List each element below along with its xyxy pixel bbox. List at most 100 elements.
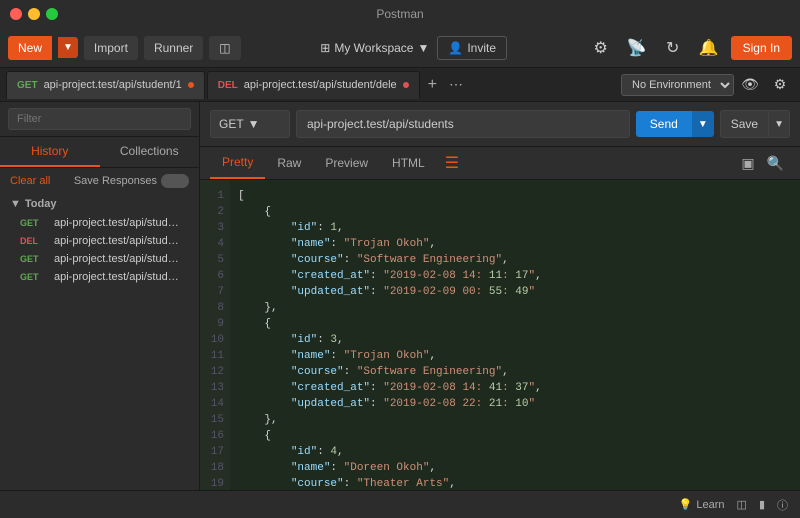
code-line: "course": "Theater Arts", (238, 476, 792, 490)
search-icon[interactable]: 🔍 (761, 151, 790, 176)
clear-all-button[interactable]: Clear all (10, 175, 50, 187)
tab-url-1: api-project.test/api/student/1 (44, 79, 182, 91)
code-line: { (238, 428, 792, 444)
code-line: "name": "Trojan Okoh", (238, 348, 792, 364)
learn-label: Learn (696, 499, 724, 511)
code-line: "course": "Software Engineering", (238, 364, 792, 380)
sidebar-icon[interactable]: ▮ (759, 498, 765, 511)
sidebar-tab-collections[interactable]: Collections (100, 137, 200, 167)
line-number: 7 (200, 284, 230, 300)
sidebar-section-today: ▼ Today (10, 198, 189, 210)
code-line: "updated_at": "2019-02-08 22: 21: 10" (238, 396, 792, 412)
line-number: 17 (200, 444, 230, 460)
tab-method-del: DEL (218, 80, 238, 91)
window-controls (10, 8, 58, 20)
sidebar-url: api-project.test/api/students (54, 217, 179, 229)
line-number: 5 (200, 252, 230, 268)
save-dropdown-button[interactable]: ▼ (769, 110, 790, 138)
save-responses-switch[interactable] (161, 174, 189, 188)
send-button-group: Send ▼ (636, 111, 714, 137)
sidebar-history-section: ▼ Today GET api-project.test/api/student… (0, 194, 199, 290)
save-button[interactable]: Save (720, 110, 769, 138)
grid-icon: ⊞ (320, 41, 330, 55)
line-number: 6 (200, 268, 230, 284)
list-item[interactable]: GET api-project.test/api/students (10, 214, 189, 232)
learn-link[interactable]: 💡 Learn (679, 498, 725, 511)
line-number: 11 (200, 348, 230, 364)
list-item[interactable]: DEL api-project.test/api/student/delete/… (10, 232, 189, 250)
line-number: 4 (200, 236, 230, 252)
tab-html[interactable]: HTML (380, 148, 437, 178)
code-line: "id": 1, (238, 220, 792, 236)
runner-button[interactable]: Runner (144, 36, 203, 60)
layout-button[interactable]: ◫ (209, 36, 240, 60)
import-button[interactable]: Import (84, 36, 138, 60)
code-line: }, (238, 412, 792, 428)
line-number: 1 (200, 188, 230, 204)
send-button[interactable]: Send (636, 111, 692, 137)
main-toolbar: New ▼ Import Runner ◫ ⊞ My Workspace ▼ 👤… (0, 28, 800, 68)
sync-icon[interactable]: ↻ (659, 34, 687, 62)
list-item[interactable]: GET api-project.test/api/students (10, 268, 189, 286)
line-number: 2 (200, 204, 230, 220)
tab-raw[interactable]: Raw (265, 148, 313, 178)
format-icon[interactable]: ☰ (445, 153, 459, 173)
code-area[interactable]: 1234567891011121314151617181920212223 [ … (200, 180, 800, 490)
line-number: 8 (200, 300, 230, 316)
add-tab-button[interactable]: + (422, 76, 443, 94)
chevron-down-icon: ▼ (10, 198, 21, 210)
method-badge-get: GET (20, 254, 48, 264)
tab-bar: GET api-project.test/api/student/1 DEL a… (0, 68, 800, 102)
toolbar-center: ⊞ My Workspace ▼ 👤 Invite (247, 36, 581, 60)
copy-icon[interactable]: ▣ (735, 151, 760, 176)
minimize-button[interactable] (28, 8, 40, 20)
info-icon[interactable]: ⓘ (777, 497, 788, 513)
request-bar: GET ▼ Send ▼ Save ▼ (200, 102, 800, 147)
maximize-button[interactable] (46, 8, 58, 20)
bell-icon[interactable]: 🔔 (695, 34, 723, 62)
environment-select[interactable]: No Environment (621, 74, 734, 96)
title-bar: Postman (0, 0, 800, 28)
new-dropdown-button[interactable]: ▼ (58, 37, 78, 58)
line-number: 15 (200, 412, 230, 428)
list-item[interactable]: GET api-project.test/api/students (10, 250, 189, 268)
invite-label: Invite (467, 41, 496, 55)
more-tabs-button[interactable]: ⋯ (445, 76, 467, 93)
satellite-icon[interactable]: 📡 (623, 34, 651, 62)
tab-get-students[interactable]: GET api-project.test/api/student/1 (6, 71, 205, 99)
line-number: 9 (200, 316, 230, 332)
code-line: [ (238, 188, 792, 204)
invite-button[interactable]: 👤 Invite (437, 36, 507, 60)
tab-modified-dot (188, 82, 194, 88)
code-line: "id": 4, (238, 444, 792, 460)
code-line: }, (238, 300, 792, 316)
workspace-button[interactable]: ⊞ My Workspace ▼ (320, 41, 429, 55)
new-button[interactable]: New (8, 36, 52, 60)
method-badge-get: GET (20, 218, 48, 228)
line-number: 3 (200, 220, 230, 236)
code-line: "id": 3, (238, 332, 792, 348)
method-select[interactable]: GET ▼ (210, 110, 290, 138)
close-button[interactable] (10, 8, 22, 20)
chevron-down-icon: ▼ (417, 41, 429, 55)
tab-url-2: api-project.test/api/student/dele (244, 79, 397, 91)
eye-icon[interactable]: 👁 (736, 71, 764, 99)
sidebar: History Collections Clear all Save Respo… (0, 102, 200, 490)
sidebar-tab-history[interactable]: History (0, 137, 100, 167)
sign-in-button[interactable]: Sign In (731, 36, 792, 60)
tab-del-student[interactable]: DEL api-project.test/api/student/dele (207, 71, 420, 99)
code-line: "updated_at": "2019-02-09 00: 55: 49" (238, 284, 792, 300)
status-bar: 💡 Learn ◫ ▮ ⓘ (0, 490, 800, 518)
tab-preview[interactable]: Preview (313, 148, 380, 178)
tab-pretty[interactable]: Pretty (210, 147, 265, 179)
window-title: Postman (376, 7, 423, 21)
search-input[interactable] (8, 108, 191, 130)
env-settings-icon[interactable]: ⚙ (766, 71, 794, 99)
send-dropdown-button[interactable]: ▼ (692, 111, 714, 137)
layout-icon[interactable]: ◫ (737, 498, 747, 511)
settings-icon[interactable]: ⚙ (587, 34, 615, 62)
code-line: "created_at": "2019-02-08 14: 41: 37", (238, 380, 792, 396)
line-number: 10 (200, 332, 230, 348)
url-input[interactable] (296, 110, 630, 138)
line-number: 12 (200, 364, 230, 380)
